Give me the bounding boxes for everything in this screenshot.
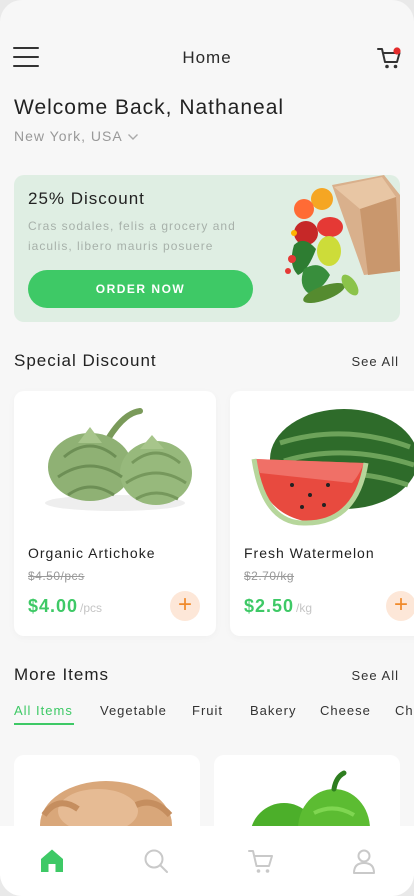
more-items-title: More Items: [14, 665, 110, 684]
plus-icon[interactable]: +: [170, 591, 200, 621]
product-name: Fresh Watermelon: [244, 545, 375, 561]
tab-bakery[interactable]: Bakery: [250, 703, 296, 718]
product-price: $2.50/kg: [244, 596, 312, 617]
product-card[interactable]: Fresh Watermelon $2.70/kg $2.50/kg +: [230, 391, 414, 636]
product-old-price: $4.50/pcs: [28, 569, 85, 583]
price-value: $2.50: [244, 596, 295, 616]
product-price: $4.00/pcs: [28, 596, 102, 617]
search-icon[interactable]: [141, 846, 171, 876]
cart-icon[interactable]: [376, 45, 402, 71]
special-see-all-link[interactable]: See All: [352, 354, 399, 369]
cart-icon[interactable]: [246, 846, 276, 876]
special-discount-title: Special Discount: [14, 351, 157, 370]
watermelon-image: [251, 409, 414, 526]
location-selector[interactable]: New York, USA: [14, 128, 139, 144]
profile-icon[interactable]: [349, 846, 379, 876]
tab-all-items[interactable]: All Items: [14, 703, 73, 718]
bottom-navigation: [0, 826, 414, 896]
price-unit: /pcs: [80, 601, 103, 615]
tab-fruit[interactable]: Fruit: [192, 703, 223, 718]
plus-icon[interactable]: +: [386, 591, 414, 621]
top-bar: Home: [0, 36, 414, 80]
promo-description: Cras sodales, felis a grocery and iaculi…: [28, 219, 236, 253]
product-card[interactable]: Organic Artichoke $4.50/pcs $4.00/pcs +: [14, 391, 216, 636]
artichoke-image: [45, 408, 192, 511]
price-value: $4.00: [28, 596, 79, 616]
chevron-down-icon: [127, 134, 138, 141]
welcome-heading: Welcome Back, Nathaneal: [14, 96, 285, 119]
more-see-all-link[interactable]: See All: [352, 668, 399, 683]
page-title: Home: [182, 48, 232, 67]
promo-banner: 25% Discount Cras sodales, felis a groce…: [14, 175, 400, 322]
tab-ch[interactable]: Ch: [395, 703, 414, 718]
active-tab-indicator: [14, 723, 74, 725]
order-now-button[interactable]: ORDER NOW: [28, 270, 253, 308]
location-label: New York, USA: [14, 128, 123, 144]
home-icon[interactable]: [37, 846, 67, 876]
price-unit: /kg: [296, 601, 313, 615]
cart-badge: [393, 47, 401, 55]
tab-cheese[interactable]: Cheese: [320, 703, 371, 718]
product-name: Organic Artichoke: [28, 545, 156, 561]
category-tabs: All Items Vegetable Fruit Bakery Cheese …: [14, 703, 414, 727]
tab-vegetable[interactable]: Vegetable: [100, 703, 167, 718]
product-old-price: $2.70/kg: [244, 569, 295, 583]
app-screen: Home Welcome Back, Nathaneal New York, U…: [0, 0, 414, 896]
promo-title: 25% Discount: [28, 189, 145, 208]
grocery-bag-image: [285, 175, 400, 303]
